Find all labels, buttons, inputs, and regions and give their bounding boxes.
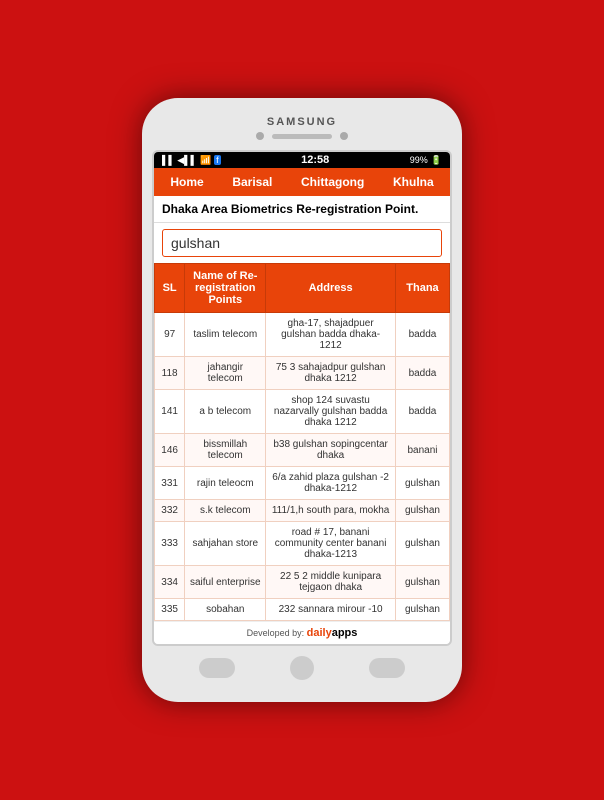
cell-address: shop 124 suvastu nazarvally gulshan badd… bbox=[266, 390, 396, 434]
cell-name: jahangir telecom bbox=[185, 357, 266, 390]
nav-khulna[interactable]: Khulna bbox=[385, 172, 442, 192]
nav-barisal[interactable]: Barisal bbox=[224, 172, 280, 192]
cell-name: rajin teleocm bbox=[185, 467, 266, 500]
table-body: 97 taslim telecom gha-17, shajadpuer gul… bbox=[155, 313, 450, 621]
cell-name: sahjahan store bbox=[185, 522, 266, 566]
cell-sl: 335 bbox=[155, 599, 185, 621]
footer: Developed by: dailyapps bbox=[154, 621, 450, 644]
data-table-container: SL Name of Re-registration Points Addres… bbox=[154, 263, 450, 621]
cell-address: 232 sannara mirour -10 bbox=[266, 599, 396, 621]
phone-frame: SAMSUNG ▌▌ ◀▌▌ 📶 f 12:58 99% 🔋 Home Bari… bbox=[142, 98, 462, 702]
cell-thana: gulshan bbox=[395, 522, 449, 566]
status-bar: ▌▌ ◀▌▌ 📶 f 12:58 99% 🔋 bbox=[154, 152, 450, 168]
battery-percent: 99% bbox=[410, 155, 428, 165]
table-row: 332 s.k telecom 111/1,h south para, mokh… bbox=[155, 500, 450, 522]
sensor-dot bbox=[340, 132, 348, 140]
cell-name: bissmillah telecom bbox=[185, 434, 266, 467]
cell-thana: gulshan bbox=[395, 566, 449, 599]
col-thana: Thana bbox=[395, 264, 449, 313]
col-sl: SL bbox=[155, 264, 185, 313]
phone-top: SAMSUNG bbox=[152, 116, 452, 144]
cell-address: 6/a zahid plaza gulshan -2 dhaka-1212 bbox=[266, 467, 396, 500]
table-row: 331 rajin teleocm 6/a zahid plaza gulsha… bbox=[155, 467, 450, 500]
cell-name: sobahan bbox=[185, 599, 266, 621]
brand-label: SAMSUNG bbox=[267, 116, 337, 128]
nav-home[interactable]: Home bbox=[162, 172, 211, 192]
phone-screen: ▌▌ ◀▌▌ 📶 f 12:58 99% 🔋 Home Barisal Chit… bbox=[152, 150, 452, 646]
cell-sl: 118 bbox=[155, 357, 185, 390]
cell-sl: 97 bbox=[155, 313, 185, 357]
cell-thana: badda bbox=[395, 357, 449, 390]
table-row: 97 taslim telecom gha-17, shajadpuer gul… bbox=[155, 313, 450, 357]
table-row: 334 saiful enterprise 22 5 2 middle kuni… bbox=[155, 566, 450, 599]
cell-name: saiful enterprise bbox=[185, 566, 266, 599]
menu-button[interactable] bbox=[369, 658, 405, 678]
back-button[interactable] bbox=[199, 658, 235, 678]
table-header-row: SL Name of Re-registration Points Addres… bbox=[155, 264, 450, 313]
daily-apps-brand: dailyapps bbox=[307, 627, 358, 639]
table-row: 146 bissmillah telecom b38 gulshan sopin… bbox=[155, 434, 450, 467]
cell-address: 22 5 2 middle kunipara tejgaon dhaka bbox=[266, 566, 396, 599]
nav-bar: Home Barisal Chittagong Khulna bbox=[154, 168, 450, 196]
clock: 12:58 bbox=[301, 154, 329, 166]
cell-address: gha-17, shajadpuer gulshan badda dhaka-1… bbox=[266, 313, 396, 357]
cell-name: s.k telecom bbox=[185, 500, 266, 522]
cell-sl: 331 bbox=[155, 467, 185, 500]
cell-thana: gulshan bbox=[395, 500, 449, 522]
cell-name: taslim telecom bbox=[185, 313, 266, 357]
table-row: 118 jahangir telecom 75 3 sahajadpur gul… bbox=[155, 357, 450, 390]
cell-thana: badda bbox=[395, 390, 449, 434]
cell-sl: 334 bbox=[155, 566, 185, 599]
fb-icon: f bbox=[214, 155, 221, 165]
developed-by-label: Developed by: bbox=[247, 628, 305, 638]
cell-address: b38 gulshan sopingcentar dhaka bbox=[266, 434, 396, 467]
cell-thana: badda bbox=[395, 313, 449, 357]
table-row: 141 a b telecom shop 124 suvastu nazarva… bbox=[155, 390, 450, 434]
wifi-icon: 📶 bbox=[200, 155, 211, 166]
phone-bottom bbox=[152, 646, 452, 684]
battery-area: 99% 🔋 bbox=[410, 155, 442, 166]
cell-sl: 141 bbox=[155, 390, 185, 434]
camera-dot bbox=[256, 132, 264, 140]
battery-icon: 🔋 bbox=[431, 155, 442, 166]
home-button[interactable] bbox=[290, 656, 314, 680]
page-title: Dhaka Area Biometrics Re-registration Po… bbox=[154, 196, 450, 223]
signal-strength: ▌▌ ◀▌▌ bbox=[162, 155, 197, 166]
col-name: Name of Re-registration Points bbox=[185, 264, 266, 313]
camera-row bbox=[256, 132, 348, 140]
cell-address: road # 17, banani community center banan… bbox=[266, 522, 396, 566]
nav-chittagong[interactable]: Chittagong bbox=[293, 172, 372, 192]
cell-thana: gulshan bbox=[395, 599, 449, 621]
table-row: 335 sobahan 232 sannara mirour -10 gulsh… bbox=[155, 599, 450, 621]
table-row: 333 sahjahan store road # 17, banani com… bbox=[155, 522, 450, 566]
cell-name: a b telecom bbox=[185, 390, 266, 434]
cell-sl: 332 bbox=[155, 500, 185, 522]
cell-address: 75 3 sahajadpur gulshan dhaka 1212 bbox=[266, 357, 396, 390]
registration-table: SL Name of Re-registration Points Addres… bbox=[154, 263, 450, 621]
cell-sl: 333 bbox=[155, 522, 185, 566]
search-input[interactable] bbox=[162, 229, 442, 257]
cell-thana: gulshan bbox=[395, 467, 449, 500]
signal-icons: ▌▌ ◀▌▌ 📶 f bbox=[162, 155, 221, 166]
cell-thana: banani bbox=[395, 434, 449, 467]
col-address: Address bbox=[266, 264, 396, 313]
search-box bbox=[154, 223, 450, 263]
cell-sl: 146 bbox=[155, 434, 185, 467]
cell-address: 111/1,h south para, mokha bbox=[266, 500, 396, 522]
speaker-bar bbox=[272, 134, 332, 139]
